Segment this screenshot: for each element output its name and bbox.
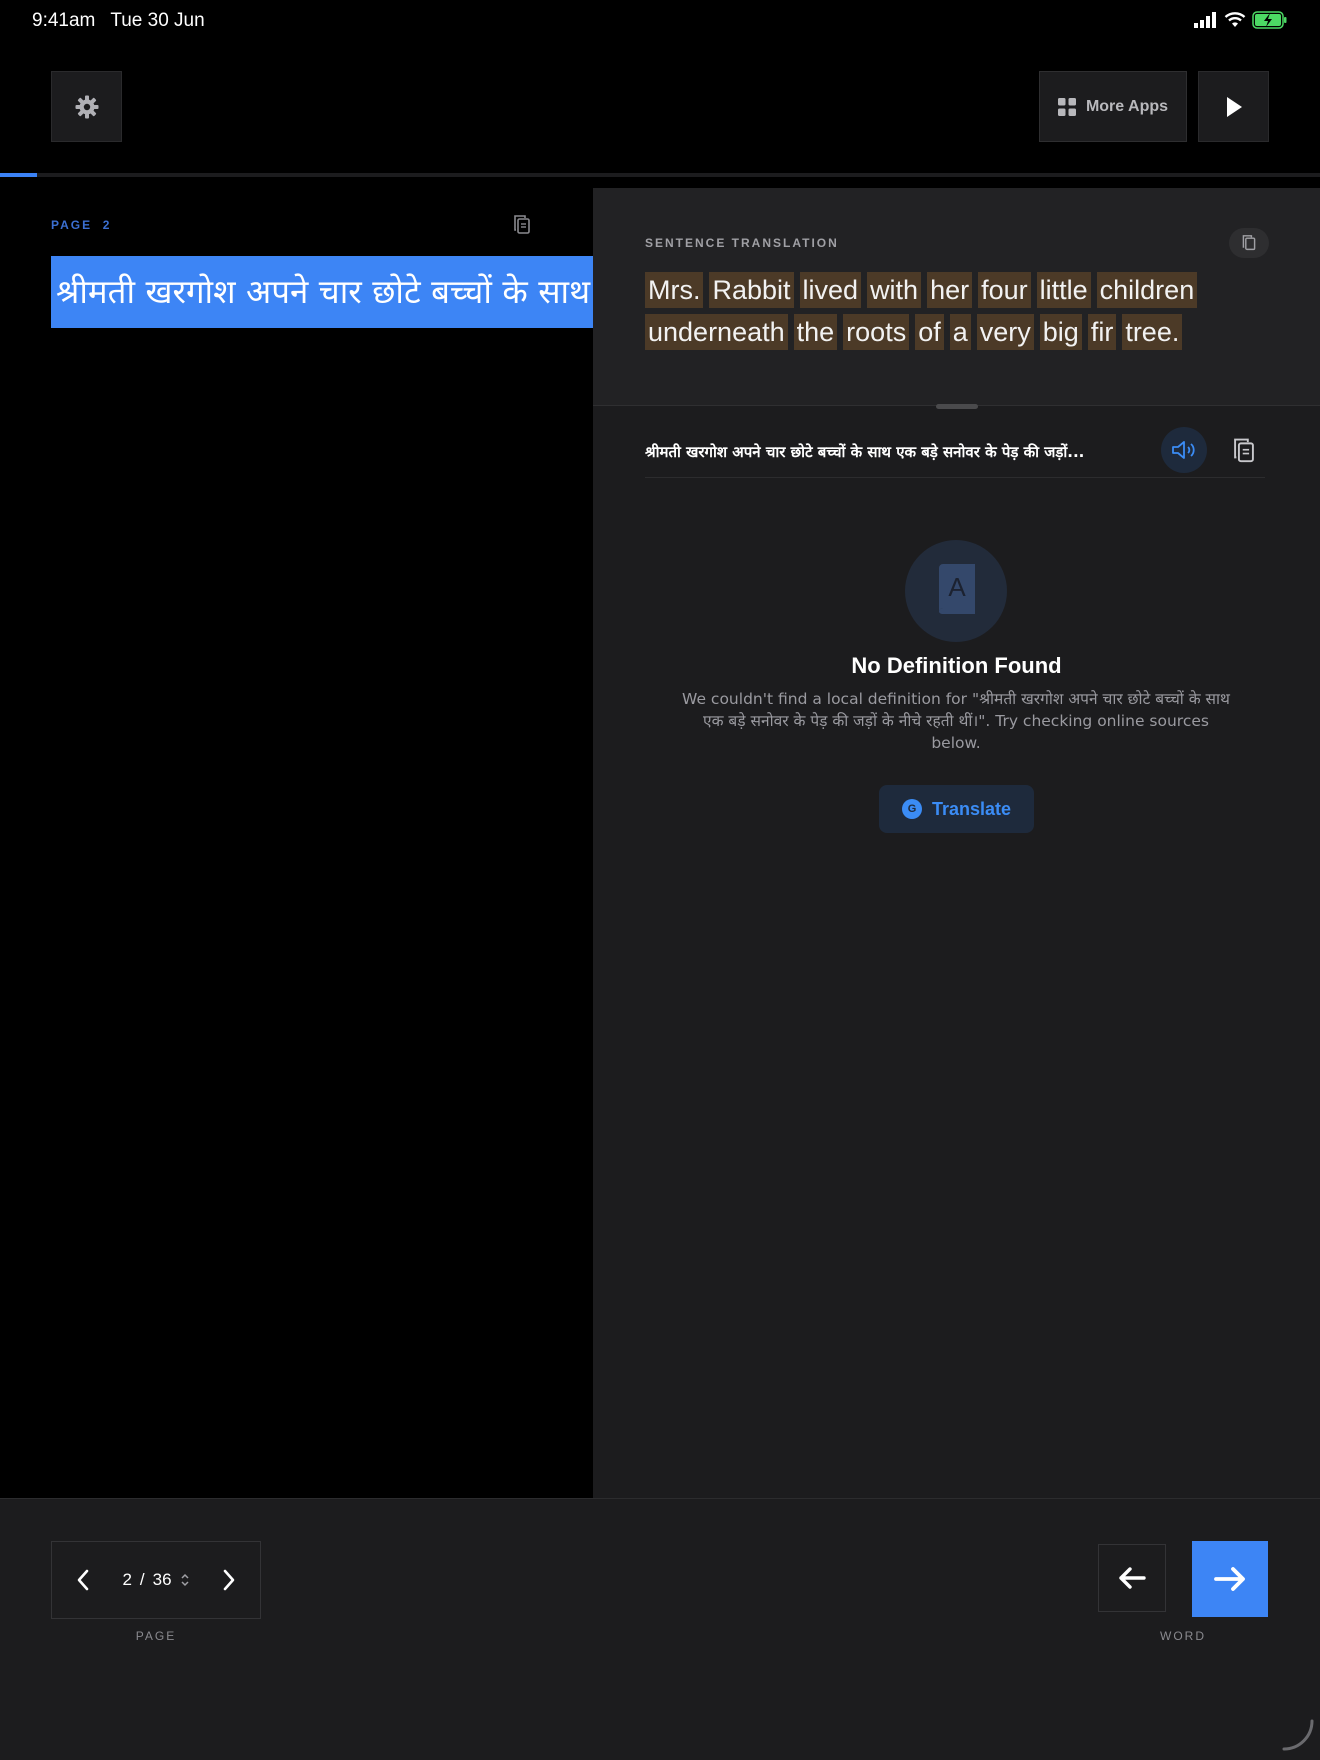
page-separator: / xyxy=(139,1570,145,1589)
status-date: Tue 30 Jun xyxy=(110,10,205,31)
bottom-navigation-bar: 2 / 36 PAGE WORD xyxy=(0,1498,1320,1760)
settings-button[interactable] xyxy=(51,71,122,142)
previous-word-button[interactable] xyxy=(1098,1544,1166,1612)
status-bar: 9:41am Tue 30 Jun xyxy=(0,0,1320,42)
translation-word[interactable]: the xyxy=(793,314,838,350)
dictionary-book-icon: A xyxy=(939,564,975,615)
translate-label: Translate xyxy=(931,798,1012,819)
sentence-translation-label: SENTENCE TRANSLATION xyxy=(645,236,839,250)
translation-word[interactable]: Rabbit xyxy=(709,272,794,308)
translation-word[interactable]: very xyxy=(976,314,1034,350)
translation-word[interactable]: Mrs. xyxy=(645,272,704,308)
sentence-translation-section: SENTENCE TRANSLATION Mrs. Rabbit lived with… xyxy=(593,188,1320,406)
wifi-icon xyxy=(1224,12,1246,27)
status-time: 9:41am xyxy=(32,10,96,31)
page-copy-button[interactable] xyxy=(512,214,532,241)
selected-text-copy-button[interactable] xyxy=(1231,437,1257,470)
google-translate-button[interactable]: G Translate xyxy=(879,785,1034,833)
status-indicators xyxy=(1194,11,1288,29)
translation-word[interactable]: children xyxy=(1096,272,1198,308)
translation-word[interactable]: fir xyxy=(1087,314,1117,350)
translation-word[interactable]: with xyxy=(867,272,922,308)
translation-word[interactable]: of xyxy=(915,314,944,350)
battery-charging-icon xyxy=(1252,11,1287,29)
translation-text: Mrs. Rabbit lived with her four little children… xyxy=(645,272,1265,350)
translation-word[interactable]: big xyxy=(1039,314,1082,350)
gear-icon xyxy=(75,95,98,118)
definition-title: No Definition Found xyxy=(851,653,1062,678)
arrow-right-icon xyxy=(1214,1567,1245,1591)
page-pager: 2 / 36 xyxy=(51,1541,261,1619)
status-datetime: 9:41am Tue 30 Jun xyxy=(32,10,215,32)
page-label-number: 2 xyxy=(102,218,112,232)
translation-word[interactable]: a xyxy=(949,314,971,350)
chevron-up-down-icon xyxy=(181,1573,189,1587)
selected-text-row: श्रीमती खरगोश अपने चार छोटे बच्चों के सा… xyxy=(645,427,1265,478)
dictionary-icon-letter: A xyxy=(948,572,966,602)
copy-icon xyxy=(514,215,530,234)
page-picker[interactable]: 2 / 36 xyxy=(122,1570,189,1590)
definition-description: We couldn't find a local definition for … xyxy=(682,690,1230,752)
page-label-text: PAGE xyxy=(51,218,93,232)
selected-text: श्रीमती खरगोश अपने चार छोटे बच्चों के सा… xyxy=(645,443,1085,461)
next-word-button[interactable] xyxy=(1192,1541,1268,1617)
word-nav-label: WORD xyxy=(1160,1629,1206,1643)
chevron-left-icon[interactable] xyxy=(76,1569,90,1591)
play-icon xyxy=(1226,96,1242,117)
source-sentence-highlight[interactable]: श्रीमती खरगोश अपने चार छोटे बच्चों के सा… xyxy=(51,256,593,328)
reading-progress-bar xyxy=(0,173,1320,177)
page-label: PAGE 2 xyxy=(51,218,111,232)
arrow-left-icon xyxy=(1119,1567,1146,1589)
reading-progress-fill xyxy=(0,173,37,177)
google-icon: G xyxy=(901,799,922,819)
page-nav-label: PAGE xyxy=(135,1629,177,1643)
copy-icon xyxy=(1234,438,1254,463)
translation-word[interactable]: little xyxy=(1036,272,1091,308)
translation-word[interactable]: her xyxy=(927,272,973,308)
more-apps-label: More Apps xyxy=(1085,97,1169,115)
copy-icon xyxy=(1242,235,1256,251)
total-pages: 36 xyxy=(152,1570,172,1589)
current-page: 2 xyxy=(122,1570,132,1589)
translation-copy-button[interactable] xyxy=(1229,228,1269,258)
translation-word[interactable]: underneath xyxy=(645,314,788,350)
pronounce-button[interactable] xyxy=(1161,427,1207,473)
play-button[interactable] xyxy=(1198,71,1269,142)
signal-icon xyxy=(1194,12,1216,28)
translation-word[interactable]: roots xyxy=(843,314,910,350)
speaker-icon xyxy=(1172,441,1195,459)
translation-panel: SENTENCE TRANSLATION Mrs. Rabbit lived with… xyxy=(593,188,1320,1498)
translation-word[interactable]: lived xyxy=(799,272,862,308)
more-apps-button[interactable]: More Apps xyxy=(1039,71,1187,142)
dictionary-icon-circle: A xyxy=(905,540,1007,642)
translation-word[interactable]: tree. xyxy=(1122,314,1183,350)
grid-icon xyxy=(1057,97,1076,116)
translation-word[interactable]: four xyxy=(978,272,1031,308)
corner-scroll-indicator-icon xyxy=(1282,1719,1314,1751)
panel-drag-handle[interactable] xyxy=(936,404,978,409)
chevron-right-icon[interactable] xyxy=(222,1569,236,1591)
